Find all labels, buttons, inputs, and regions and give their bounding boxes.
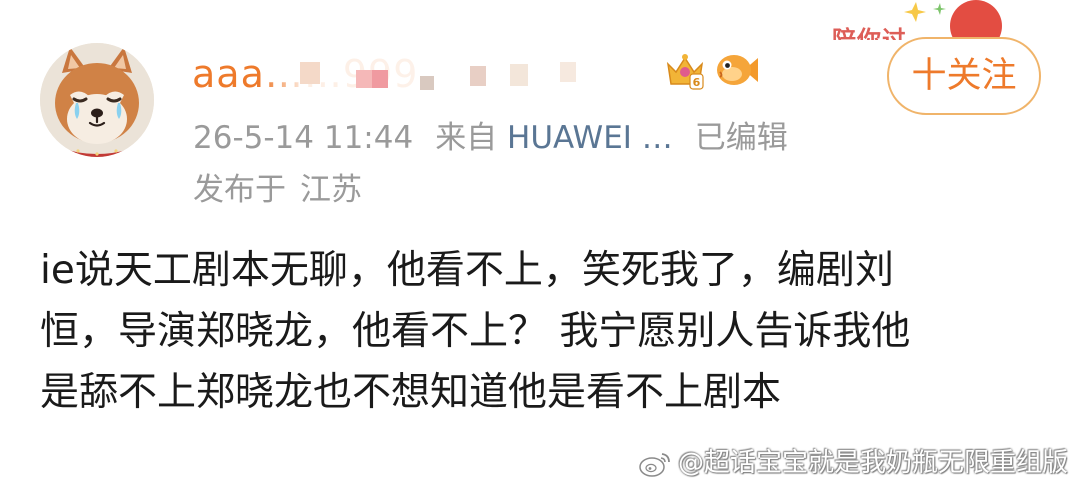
post-line: 是舔不上郑晓龙也不想知道他是看不上剧本 bbox=[40, 370, 782, 415]
edited-label[interactable]: 已编辑 bbox=[695, 120, 788, 156]
redaction-pixel bbox=[470, 66, 486, 86]
watermark: @超话宝宝就是我奶瓶无限重组版 bbox=[638, 443, 1068, 483]
redaction-pixel bbox=[356, 70, 372, 88]
promo-banner: 陪你过 bbox=[826, 0, 1080, 40]
post-line: ie说天工剧本无聊，他看不上，笑死我了，编剧刘 bbox=[40, 248, 894, 293]
redaction-pixel bbox=[300, 62, 320, 84]
follow-button[interactable]: 十关注 bbox=[887, 37, 1041, 115]
timestamp: 26-5-14 11:44 bbox=[193, 120, 414, 156]
redaction-pixel bbox=[372, 70, 388, 88]
redaction-pixel bbox=[560, 62, 576, 82]
redaction-pixel bbox=[420, 76, 434, 90]
pufferfish-icon[interactable] bbox=[714, 50, 760, 90]
shiba-dog-avatar-icon bbox=[40, 43, 154, 157]
promo-text: 陪你过 bbox=[832, 26, 907, 40]
post-location: 发布于 江苏 bbox=[193, 170, 362, 210]
post-line: 恒，导演郑晓龙，他看不上？ 我宁愿别人告诉我他 bbox=[40, 309, 911, 354]
crown-level-icon[interactable]: 6 bbox=[664, 50, 706, 92]
post-meta: 26-5-14 11:44 来自 HUAWEI … 已编辑 bbox=[193, 118, 788, 158]
avatar[interactable] bbox=[40, 43, 154, 157]
device-link[interactable]: HUAWEI … bbox=[507, 120, 673, 156]
location-value: 江苏 bbox=[300, 172, 362, 208]
weibo-logo-icon bbox=[639, 452, 670, 477]
location-prefix: 发布于 bbox=[193, 172, 286, 208]
redaction-pixel bbox=[510, 64, 528, 86]
watermark-text: @超话宝宝就是我奶瓶无限重组版 bbox=[677, 448, 1068, 478]
post-text: ie说天工剧本无聊，他看不上，笑死我了，编剧刘 恒，导演郑晓龙，他看不上？ 我宁… bbox=[40, 240, 1050, 423]
level-number: 6 bbox=[693, 76, 701, 89]
source-prefix: 来自 bbox=[435, 120, 498, 156]
